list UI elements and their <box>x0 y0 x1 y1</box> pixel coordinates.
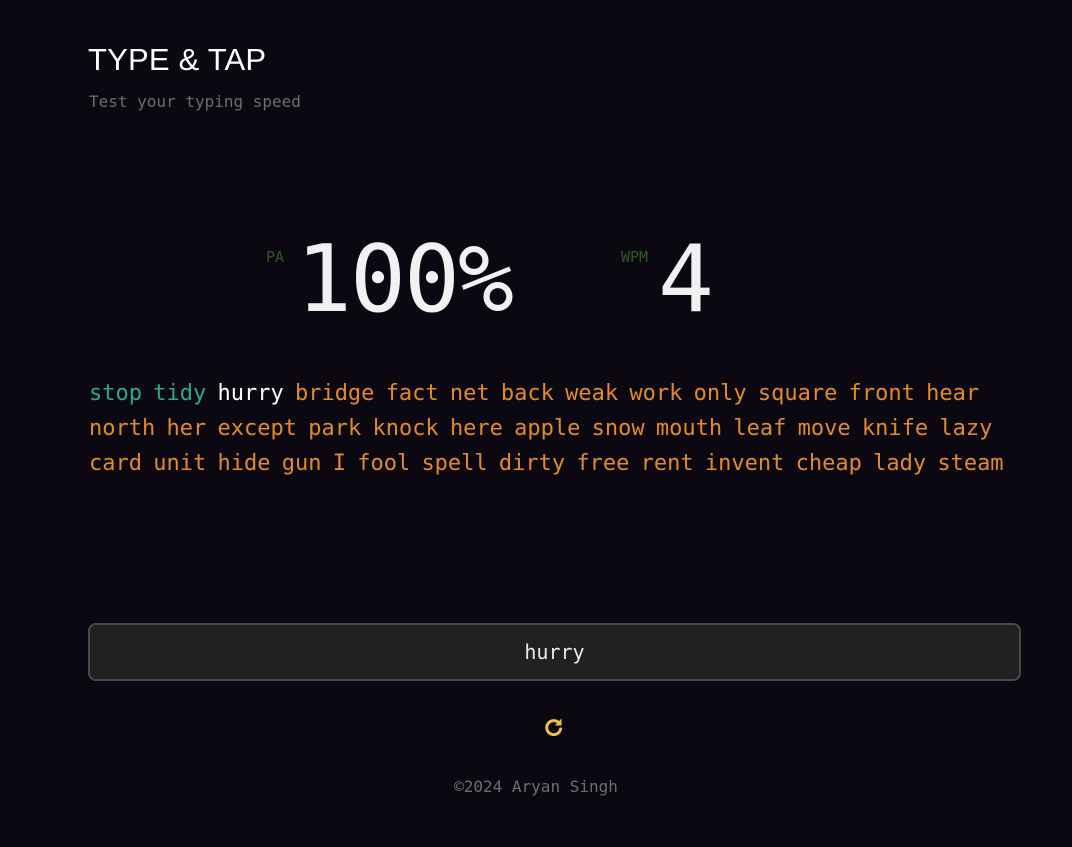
word-pending: gun <box>281 451 322 476</box>
word-pending: hear <box>926 381 980 406</box>
word-pending: back <box>500 381 554 406</box>
word-pending: here <box>449 416 503 441</box>
wpm-value: 4 <box>658 225 714 333</box>
word-pending: north <box>89 416 156 441</box>
accuracy-value: 100% <box>296 225 514 333</box>
word-pending: square <box>757 381 838 406</box>
word-pending: lady <box>873 451 927 476</box>
word-pending: fact <box>385 381 439 406</box>
word-pending: mouth <box>655 416 723 441</box>
word-list: stop tidy hurry bridge fact net back wea… <box>89 376 1019 481</box>
word-pending: invent <box>704 451 785 476</box>
restart-button[interactable] <box>543 716 565 738</box>
word-done: stop <box>89 381 142 406</box>
word-pending: fool <box>357 451 411 476</box>
accuracy-label: PA <box>266 248 285 266</box>
word-pending: weak <box>565 381 619 406</box>
word-pending: bridge <box>294 381 375 406</box>
word-pending: her <box>166 416 207 441</box>
word-pending: leaf <box>733 416 787 441</box>
word-pending: front <box>848 381 915 406</box>
word-current: hurry <box>217 381 284 406</box>
word-pending: park <box>308 416 362 441</box>
word-pending: move <box>797 416 851 441</box>
word-pending: steam <box>937 451 1004 476</box>
word-pending: net <box>449 381 490 406</box>
word-pending: card <box>89 451 142 476</box>
word-pending: lazy <box>939 416 993 441</box>
app-title: TYPE & TAP <box>88 42 267 77</box>
word-pending: knock <box>372 416 439 441</box>
word-done: tidy <box>153 381 207 406</box>
word-pending: cheap <box>795 451 862 476</box>
word-pending: only <box>693 381 747 406</box>
word-pending: snow <box>591 416 645 441</box>
app-subtitle: Test your typing speed <box>89 92 301 111</box>
word-pending: knife <box>861 416 929 441</box>
word-pending: rent <box>640 451 694 476</box>
footer-credit: ©2024 Aryan Singh <box>454 777 618 796</box>
typing-input-box[interactable] <box>88 623 1021 681</box>
word-pending: hide <box>217 451 271 476</box>
restart-icon <box>545 718 563 737</box>
word-pending: spell <box>421 451 488 476</box>
wpm-label: WPM <box>621 248 649 266</box>
word-pending: I <box>332 451 346 476</box>
word-pending: work <box>629 381 683 406</box>
word-pending: free <box>576 451 630 476</box>
typing-input[interactable] <box>90 625 1019 679</box>
word-pending: dirty <box>498 451 566 476</box>
word-pending: unit <box>153 451 207 476</box>
word-pending: apple <box>514 416 581 441</box>
word-pending: except <box>217 416 297 441</box>
